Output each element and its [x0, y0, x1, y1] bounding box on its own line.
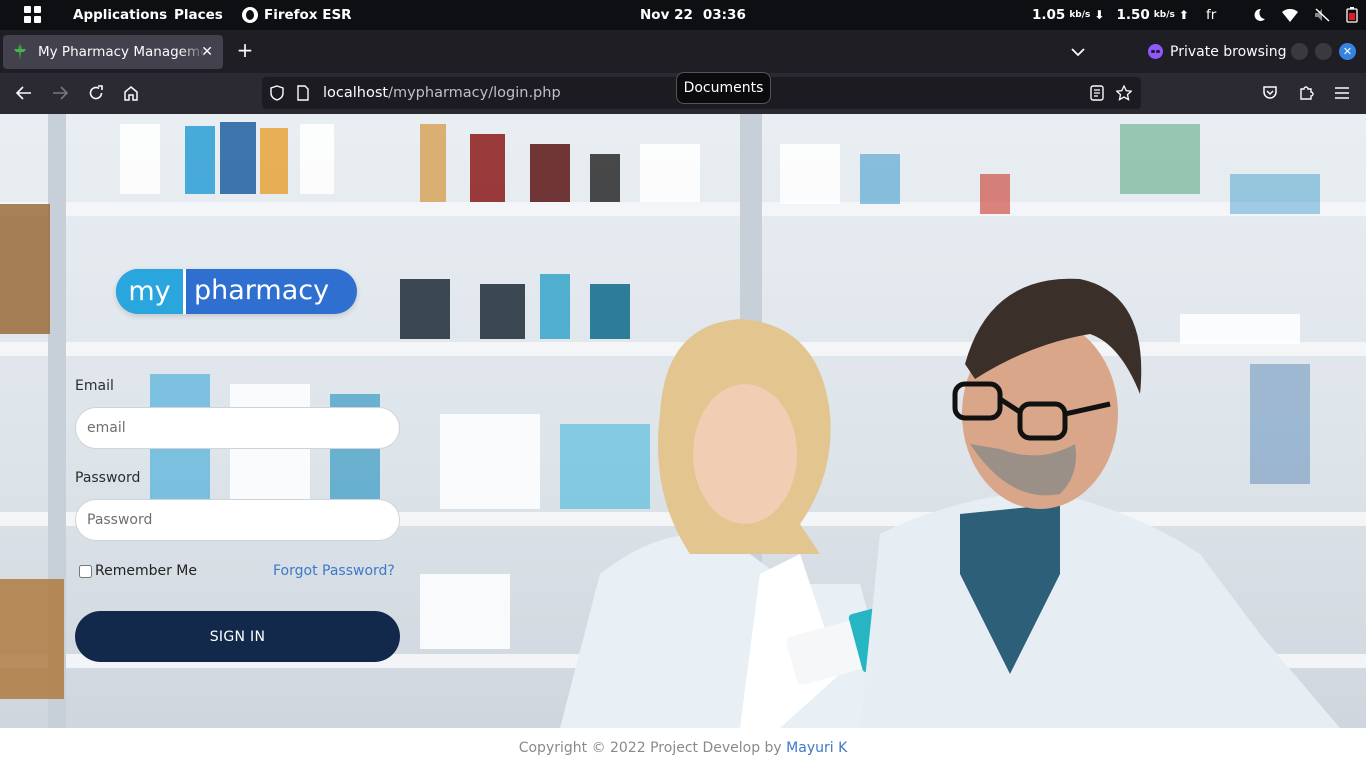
remember-me-label: Remember Me — [95, 563, 197, 579]
reload-icon — [89, 85, 103, 100]
email-field[interactable] — [75, 407, 400, 449]
home-icon — [124, 86, 138, 101]
page-info-icon[interactable] — [296, 85, 310, 101]
maximize-window-button[interactable] — [1315, 43, 1332, 60]
reader-view-icon[interactable] — [1090, 85, 1104, 101]
browser-tab-strip: My Pharmacy Management ✕ + Private brows… — [0, 30, 1366, 73]
url-text[interactable]: localhost/mypharmacy/login.php — [323, 77, 561, 109]
net-down-value: 1.05 — [1032, 7, 1066, 23]
pocket-icon — [1263, 86, 1277, 99]
copyright-text: Copyright © 2022 Project Develop by — [518, 740, 782, 756]
wifi-icon — [1282, 8, 1298, 22]
system-tray[interactable] — [1252, 0, 1358, 30]
bookmark-star-icon[interactable] — [1116, 85, 1132, 101]
password-field[interactable] — [75, 499, 400, 541]
extensions-button[interactable] — [1296, 83, 1316, 103]
hero-background: my pharmacy Email Password Remember Me F… — [0, 114, 1366, 728]
volume-muted-icon — [1315, 8, 1330, 22]
hamburger-menu-icon — [1335, 87, 1349, 99]
keyboard-layout-indicator[interactable]: fr — [1206, 0, 1216, 30]
upload-arrow-icon: ⬆ — [1178, 8, 1189, 22]
active-app-label: Firefox ESR — [264, 7, 352, 23]
private-browsing-label: Private browsing — [1170, 43, 1287, 60]
password-label: Password — [75, 470, 141, 486]
url-host: localhost — [323, 85, 389, 101]
back-button[interactable] — [14, 83, 34, 103]
active-app-indicator[interactable]: Firefox ESR — [242, 0, 352, 30]
app-menu-button[interactable] — [1332, 83, 1352, 103]
puzzle-piece-icon — [1300, 86, 1314, 100]
tab-close-icon[interactable]: ✕ — [201, 44, 213, 60]
web-page: my pharmacy Email Password Remember Me F… — [0, 114, 1366, 768]
firefox-logo-icon — [242, 7, 258, 23]
battery-icon — [1346, 7, 1358, 23]
places-menu[interactable]: Places — [174, 0, 223, 30]
browser-tab[interactable]: My Pharmacy Management ✕ — [3, 35, 223, 69]
documents-tooltip: Documents — [676, 72, 771, 104]
reload-button[interactable] — [86, 83, 106, 103]
network-speed-indicator: 1.05 kb/s ⬇ 1.50 kb/s ⬆ — [1032, 0, 1197, 30]
net-up-value: 1.50 — [1116, 7, 1150, 23]
home-button[interactable] — [121, 83, 141, 103]
my-pharmacy-logo: my pharmacy — [116, 269, 357, 314]
net-down-unit: kb/s — [1069, 10, 1091, 20]
night-light-icon — [1254, 8, 1265, 21]
clock-date: Nov 22 — [640, 7, 693, 23]
forgot-password-link[interactable]: Forgot Password? — [273, 563, 395, 579]
logo-pharmacy-text: pharmacy — [194, 275, 330, 306]
private-browsing-indicator: Private browsing — [1148, 30, 1287, 73]
email-label: Email — [75, 378, 114, 394]
close-window-button[interactable]: ✕ — [1339, 43, 1356, 60]
page-footer: Copyright © 2022 Project Develop by Mayu… — [0, 728, 1366, 768]
new-tab-button[interactable]: + — [234, 39, 256, 61]
minimize-window-button[interactable] — [1291, 43, 1308, 60]
remember-me-checkbox[interactable] — [79, 564, 92, 578]
back-arrow-icon — [16, 86, 31, 100]
forward-button[interactable] — [50, 83, 70, 103]
logo-my-text: my — [116, 269, 186, 314]
pocket-button[interactable] — [1260, 83, 1280, 103]
applications-menu[interactable]: Applications — [73, 0, 167, 30]
clock-time: 03:36 — [702, 7, 746, 23]
clock[interactable]: Nov 22 03:36 — [640, 0, 746, 30]
chevron-down-icon — [1071, 48, 1085, 57]
app-grid-icon[interactable] — [24, 0, 42, 30]
net-up-unit: kb/s — [1153, 10, 1175, 20]
url-path: /mypharmacy/login.php — [388, 85, 561, 101]
tracking-protection-shield-icon[interactable] — [270, 85, 284, 101]
pharmacy-favicon-icon — [12, 44, 28, 60]
private-mask-icon — [1148, 44, 1163, 59]
list-all-tabs-button[interactable] — [1071, 42, 1085, 61]
author-link[interactable]: Mayuri K — [786, 740, 847, 756]
sign-in-button[interactable]: SIGN IN — [75, 611, 400, 662]
download-arrow-icon: ⬇ — [1094, 8, 1105, 22]
system-top-bar: Applications Places Firefox ESR Nov 22 0… — [0, 0, 1366, 30]
remember-me[interactable]: Remember Me — [79, 563, 197, 579]
tab-title: My Pharmacy Management — [38, 44, 206, 60]
forward-arrow-icon — [53, 86, 68, 100]
